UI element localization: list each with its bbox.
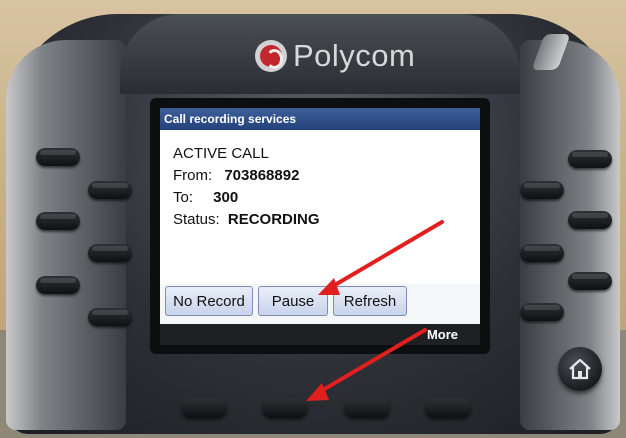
from-line: From: 703868892	[173, 167, 299, 184]
line-key-left-3[interactable]	[36, 212, 80, 230]
line-key-right-5[interactable]	[568, 272, 612, 290]
to-value: 300	[213, 189, 239, 206]
phone-side-panel-left	[6, 40, 126, 430]
polycom-logo-icon	[255, 40, 287, 72]
home-button[interactable]	[558, 347, 602, 391]
brand-logo: Polycom	[255, 36, 415, 76]
line-key-right-2[interactable]	[520, 181, 564, 199]
line-key-left-2[interactable]	[88, 181, 132, 199]
screen-status-strip: More	[160, 324, 480, 345]
brand-name: Polycom	[293, 38, 416, 73]
screen-title: Call recording services	[160, 108, 480, 130]
phone-screen: Call recording services ACTIVE CALL From…	[160, 108, 480, 345]
pause-button[interactable]: Pause	[258, 286, 328, 316]
no-record-button[interactable]: No Record	[165, 286, 253, 316]
status-label: Status:	[173, 211, 220, 228]
call-state-line: ACTIVE CALL	[173, 145, 269, 162]
line-key-left-6[interactable]	[88, 308, 132, 326]
softkey-hardware-3[interactable]	[344, 398, 390, 418]
photo-frame: Polycom Call recording services ACTIVE C…	[0, 0, 626, 438]
line-key-right-4[interactable]	[520, 244, 564, 262]
to-line: To: 300	[173, 189, 238, 206]
status-value: RECORDING	[227, 211, 320, 228]
more-label: More	[426, 327, 458, 342]
softkey-hardware-2[interactable]	[262, 398, 308, 418]
from-value: 703868892	[224, 167, 300, 184]
status-line: Status: RECORDING	[173, 211, 320, 228]
line-key-left-4[interactable]	[88, 244, 132, 262]
line-key-right-3[interactable]	[568, 211, 612, 229]
line-key-right-6[interactable]	[520, 303, 564, 321]
line-key-right-1[interactable]	[568, 150, 612, 168]
refresh-button[interactable]: Refresh	[333, 286, 407, 316]
from-label: From:	[173, 167, 213, 184]
call-state-label: ACTIVE CALL	[173, 145, 269, 162]
line-key-left-1[interactable]	[36, 148, 80, 166]
to-label: To:	[173, 189, 194, 206]
softkey-hardware-1[interactable]	[181, 398, 227, 418]
line-key-left-5[interactable]	[36, 276, 80, 294]
home-icon	[569, 358, 591, 380]
softkey-hardware-4[interactable]	[425, 398, 471, 418]
